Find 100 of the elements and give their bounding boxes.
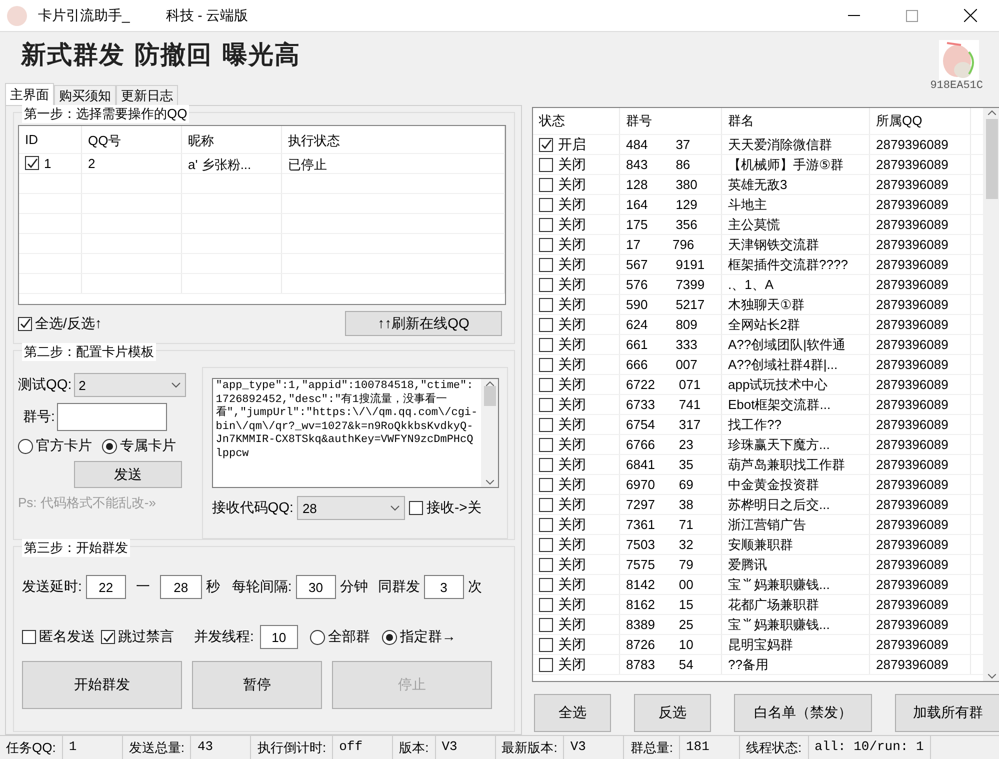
radio-button[interactable]: [310, 630, 325, 644]
checkbox[interactable]: [539, 538, 553, 552]
radio-button[interactable]: [382, 630, 397, 644]
interval-field[interactable]: 30: [296, 575, 336, 599]
checkbox[interactable]: [539, 598, 553, 612]
checkbox[interactable]: [539, 258, 553, 272]
table-cell: 32: [678, 537, 694, 552]
checkbox[interactable]: [22, 630, 36, 644]
table-cell: 6733: [626, 397, 655, 412]
action-button[interactable]: 暂停: [192, 661, 322, 709]
table-cell: 2879396089: [870, 195, 971, 214]
table-cell: 关闭: [558, 616, 586, 634]
radio-button[interactable]: [18, 438, 33, 454]
table-cell: 2879396089: [870, 635, 971, 654]
table-cell: 10: [678, 637, 694, 652]
status-value: V3: [436, 736, 496, 759]
headline: 新式群发 防撤回 曝光高: [20, 39, 302, 71]
checkbox[interactable]: [539, 278, 553, 292]
delay-max-field[interactable]: 28: [160, 575, 202, 599]
checkbox[interactable]: [539, 378, 553, 392]
repeat-field[interactable]: 3: [424, 575, 464, 599]
table-cell: 全网站长2群: [722, 315, 870, 334]
checkbox[interactable]: [539, 458, 553, 472]
table-cell: 2879396089: [870, 455, 971, 474]
minimize-icon: [848, 14, 860, 16]
checkbox[interactable]: [539, 338, 553, 352]
field-label: 发送延时:: [22, 578, 82, 596]
refresh-button[interactable]: ↑↑刷新在线QQ: [345, 311, 502, 336]
scroll-down-icon[interactable]: [486, 480, 494, 485]
checkbox[interactable]: [539, 238, 553, 252]
table-cell: 关闭: [558, 156, 586, 174]
table-cell: 356: [676, 217, 698, 232]
checkbox[interactable]: [539, 418, 553, 432]
checkbox[interactable]: [539, 478, 553, 492]
checkbox[interactable]: [539, 558, 553, 572]
close-icon: [964, 9, 976, 22]
checkbox[interactable]: [409, 501, 424, 515]
send-button[interactable]: 发送: [74, 461, 182, 488]
test-qq-dropdown[interactable]: 2: [74, 373, 186, 397]
scroll-down-icon[interactable]: [988, 674, 996, 679]
scrollbar[interactable]: [481, 379, 498, 487]
checkbox[interactable]: [539, 298, 553, 312]
checkbox[interactable]: [539, 158, 553, 172]
list-button[interactable]: 反选: [634, 694, 711, 732]
radio-button[interactable]: [102, 438, 117, 454]
group-number-field[interactable]: [56, 403, 167, 431]
checkbox[interactable]: [539, 198, 553, 212]
checkbox[interactable]: [539, 498, 553, 512]
checkbox[interactable]: [539, 318, 553, 332]
dropdown-caret-icon: [170, 382, 181, 388]
table-cell: 7297: [626, 497, 655, 512]
table-cell: 17: [626, 237, 640, 252]
table-cell: 00: [678, 577, 694, 592]
scroll-thumb[interactable]: [986, 119, 998, 199]
table-cell: 2: [82, 154, 182, 174]
checkbox[interactable]: [18, 316, 32, 330]
checkbox[interactable]: [539, 438, 553, 452]
tab[interactable]: 更新日志: [116, 85, 178, 105]
table-cell: 37: [676, 137, 690, 152]
unit-text: 次: [468, 578, 482, 596]
threads-field[interactable]: 10: [260, 625, 298, 649]
table-cell: a' 乡张粉...: [182, 154, 282, 174]
tab[interactable]: 主界面: [5, 83, 54, 105]
scroll-thumb[interactable]: [484, 386, 496, 406]
table-cell: 关闭: [558, 296, 586, 314]
table-cell: 关闭: [558, 176, 586, 194]
table-cell: 6766: [626, 437, 655, 452]
table-cell: 2879396089: [870, 375, 971, 394]
scrollbar[interactable]: [983, 108, 999, 681]
status-value: all: 10/run: 1: [808, 736, 931, 759]
checkbox[interactable]: [539, 618, 553, 632]
scroll-up-icon[interactable]: [486, 381, 494, 386]
column-header: 群名: [722, 108, 870, 134]
table-cell: 54: [678, 657, 694, 672]
delay-min-field[interactable]: 22: [86, 575, 126, 599]
checkbox[interactable]: [539, 398, 553, 412]
tab[interactable]: 购买须知: [54, 85, 116, 105]
receive-qq-dropdown[interactable]: 28: [297, 496, 406, 520]
checkbox[interactable]: [539, 358, 553, 372]
scroll-up-icon[interactable]: [988, 110, 996, 115]
group-title: 第三步：开始群发: [22, 539, 130, 557]
table-cell: 6754: [626, 417, 655, 432]
checkbox[interactable]: [101, 630, 115, 644]
table-cell: 164: [626, 197, 648, 212]
checkbox[interactable]: [539, 638, 553, 652]
action-button[interactable]: 开始群发: [22, 661, 182, 709]
table-cell: 已停止: [282, 154, 505, 174]
checkbox[interactable]: [539, 518, 553, 532]
checkbox[interactable]: [539, 578, 553, 592]
checkbox[interactable]: [539, 218, 553, 232]
checkbox[interactable]: [539, 138, 553, 152]
table-cell: 6970: [626, 477, 655, 492]
list-button[interactable]: 加载所有群: [895, 694, 999, 732]
list-button[interactable]: 全选: [534, 694, 611, 732]
checkbox[interactable]: [539, 178, 553, 192]
field-label: 测试QQ:: [18, 376, 72, 394]
checkbox[interactable]: [539, 658, 553, 672]
list-button[interactable]: 白名单（禁发）: [734, 694, 872, 732]
table-cell: 741: [678, 397, 701, 412]
checkbox[interactable]: [25, 156, 39, 170]
